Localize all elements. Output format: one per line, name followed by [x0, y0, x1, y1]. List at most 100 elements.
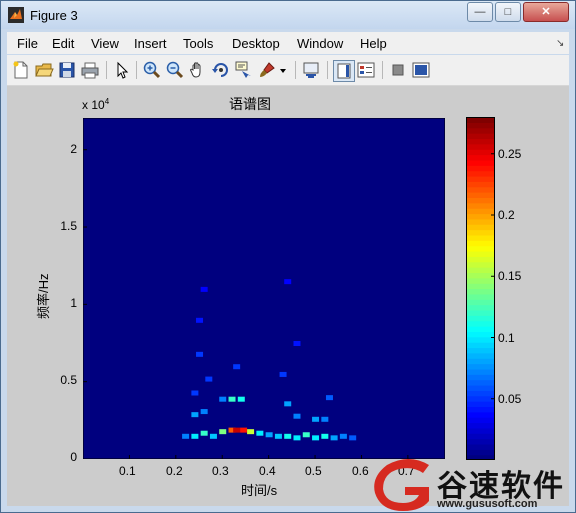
maximize-button[interactable]: □ — [495, 2, 521, 22]
colorbar-tick-label: 0.2 — [498, 208, 515, 222]
spectrogram-cell — [237, 396, 245, 402]
menu-window[interactable]: Window — [297, 36, 343, 51]
colorbar-swatch — [466, 277, 495, 284]
colorbar-swatch — [466, 218, 495, 225]
spectrogram-cell — [200, 286, 208, 292]
colorbar-swatch — [466, 208, 495, 215]
colorbar-swatch — [466, 154, 495, 161]
menu-tools[interactable]: Tools — [183, 36, 213, 51]
brush-icon[interactable] — [257, 60, 277, 80]
pan-hand-icon[interactable] — [188, 60, 208, 80]
colorbar-swatch — [466, 342, 495, 349]
menu-insert[interactable]: Insert — [134, 36, 167, 51]
x-tick-label: 0.3 — [212, 464, 229, 478]
colorbar-swatch — [466, 240, 495, 247]
spectrogram-cell — [196, 351, 204, 357]
menu-desktop[interactable]: Desktop — [232, 36, 280, 51]
colorbar-swatch — [466, 272, 495, 279]
select-pointer-icon[interactable] — [112, 60, 132, 80]
spectrogram-cell — [312, 435, 320, 441]
spectrogram-cell — [349, 435, 357, 441]
spectrogram-cell — [279, 371, 287, 377]
colorbar-swatch — [466, 143, 495, 150]
colorbar-swatch — [466, 406, 495, 413]
colorbar-swatch — [466, 427, 495, 434]
y-exponent-base: x 10 — [82, 98, 105, 112]
title-bar[interactable]: Figure 3 — □ ✕ — [1, 1, 575, 29]
zoom-out-icon[interactable] — [165, 60, 185, 80]
colorbar-swatch — [466, 122, 495, 129]
colorbar-icon[interactable] — [333, 60, 355, 82]
print-icon[interactable] — [80, 60, 100, 80]
colorbar-swatch — [466, 170, 495, 177]
spectrogram-cell — [200, 409, 208, 415]
y-exponent-power: 4 — [104, 97, 110, 106]
colorbar[interactable] — [466, 117, 495, 460]
colorbar-swatch — [466, 197, 495, 204]
spectrogram-cell — [302, 432, 310, 438]
colorbar-swatch — [466, 250, 495, 257]
y-tick-label: 0 — [70, 450, 77, 464]
colorbar-swatch — [466, 433, 495, 440]
colorbar-swatch — [466, 138, 495, 145]
y-tick-label: 2 — [70, 142, 77, 156]
y-tick-label: 1 — [70, 296, 77, 310]
spectrogram-cell — [284, 433, 292, 439]
chart-title: 语谱图 — [229, 96, 271, 112]
spectrogram-cell — [191, 412, 199, 418]
watermark-logo — [374, 459, 429, 511]
x-tick-label: 0.6 — [352, 464, 369, 478]
colorbar-swatch — [466, 149, 495, 156]
close-button[interactable]: ✕ — [523, 2, 569, 22]
x-axis-label: 时间/s — [241, 483, 278, 498]
colorbar-swatch — [466, 363, 495, 370]
colorbar-swatch — [466, 234, 495, 241]
spectrogram-cell — [339, 433, 347, 439]
colorbar-swatch — [466, 422, 495, 429]
save-icon[interactable] — [57, 60, 77, 80]
colorbar-swatch — [466, 368, 495, 375]
spectrogram-cell — [293, 435, 301, 441]
spectrogram-plot[interactable] — [83, 118, 445, 459]
colorbar-swatch — [466, 309, 495, 316]
colorbar-swatch — [466, 331, 495, 338]
show-plot-tools-icon[interactable] — [411, 60, 431, 80]
figure-window: Figure 3 — □ ✕ File Edit View Insert Too… — [0, 0, 576, 513]
link-plot-icon[interactable] — [301, 60, 321, 80]
colorbar-swatch — [466, 186, 495, 193]
zoom-in-icon[interactable] — [142, 60, 162, 80]
dock-arrow-icon[interactable]: ↘ — [556, 38, 564, 49]
colorbar-swatch — [466, 374, 495, 381]
colorbar-swatch — [466, 320, 495, 327]
colorbar-swatch — [466, 417, 495, 424]
rotate-3d-icon[interactable] — [211, 60, 231, 80]
menu-view[interactable]: View — [91, 36, 119, 51]
spectrogram-cell — [205, 376, 213, 382]
menu-edit[interactable]: Edit — [52, 36, 74, 51]
toolbar-separator — [382, 61, 383, 79]
chevron-down-icon[interactable] — [278, 60, 288, 80]
data-cursor-icon[interactable] — [234, 60, 254, 80]
colorbar-swatch — [466, 352, 495, 359]
hide-plot-tools-icon[interactable] — [388, 60, 408, 80]
spectrogram-cell — [293, 413, 301, 419]
spectrogram-cell — [233, 364, 241, 370]
colorbar-swatch — [466, 175, 495, 182]
spectrogram-cell — [191, 390, 199, 396]
colorbar-swatch — [466, 401, 495, 408]
menu-help[interactable]: Help — [360, 36, 387, 51]
open-file-icon[interactable] — [34, 60, 54, 80]
colorbar-swatch — [466, 438, 495, 445]
colorbar-swatch — [466, 159, 495, 166]
spectrogram-cell — [219, 396, 227, 402]
spectrogram-cell — [196, 317, 204, 323]
spectrogram-cell — [265, 432, 273, 438]
minimize-button[interactable]: — — [467, 2, 493, 22]
plot-background — [83, 118, 445, 459]
spectrogram-cell — [182, 433, 190, 439]
spectrogram-cell — [321, 416, 329, 422]
colorbar-swatch — [466, 256, 495, 263]
new-figure-icon[interactable] — [11, 60, 31, 80]
legend-icon[interactable] — [356, 60, 376, 80]
menu-file[interactable]: File — [17, 36, 38, 51]
